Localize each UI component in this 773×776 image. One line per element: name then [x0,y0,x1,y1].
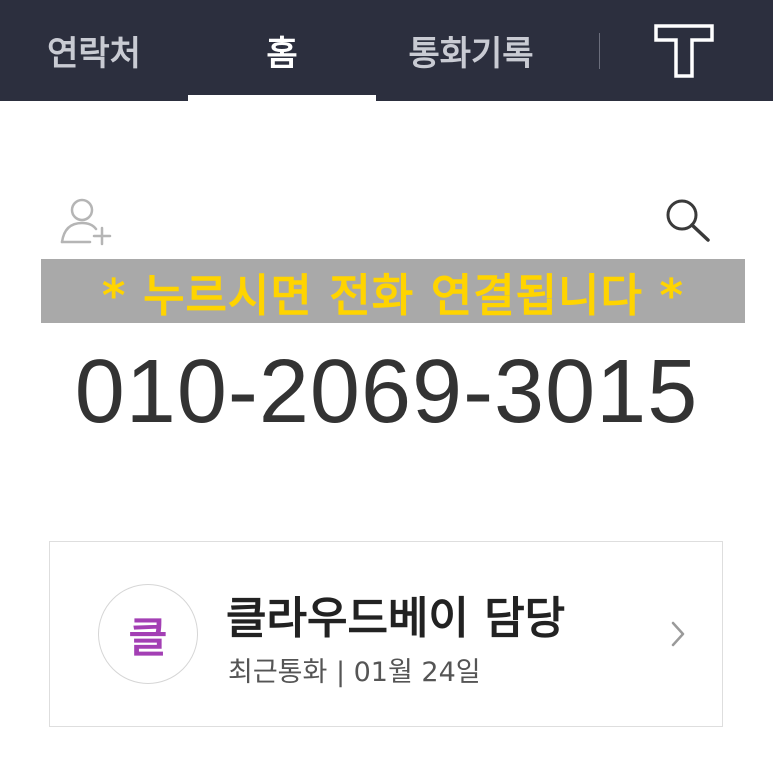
tab-divider [599,33,600,69]
avatar: 클 [98,584,198,684]
tab-contacts[interactable]: 연락처 [0,0,188,101]
banner-text: * 누르시면 전화 연결됩니다 * [101,268,685,322]
recent-contact-card[interactable]: 클 클라우드베이 담당 최근통화 | 01월 24일 [49,541,723,727]
search-icon[interactable] [662,196,714,244]
t-logo-icon[interactable] [652,22,716,80]
active-tab-indicator [188,95,376,101]
chevron-right-icon [671,621,685,647]
add-person-icon[interactable] [58,196,114,246]
top-nav-bar: 연락처 홈 통화기록 [0,0,773,101]
contact-name: 클라우드베이 담당 [226,593,566,644]
tab-home[interactable]: 홈 [188,0,376,101]
recent-call-info: 최근통화 | 01월 24일 [228,657,481,688]
call-banner[interactable]: * 누르시면 전화 연결됩니다 * [41,259,745,323]
tab-call-log[interactable]: 통화기록 [376,0,566,101]
phone-number[interactable]: 010-2069-3015 [0,332,773,452]
